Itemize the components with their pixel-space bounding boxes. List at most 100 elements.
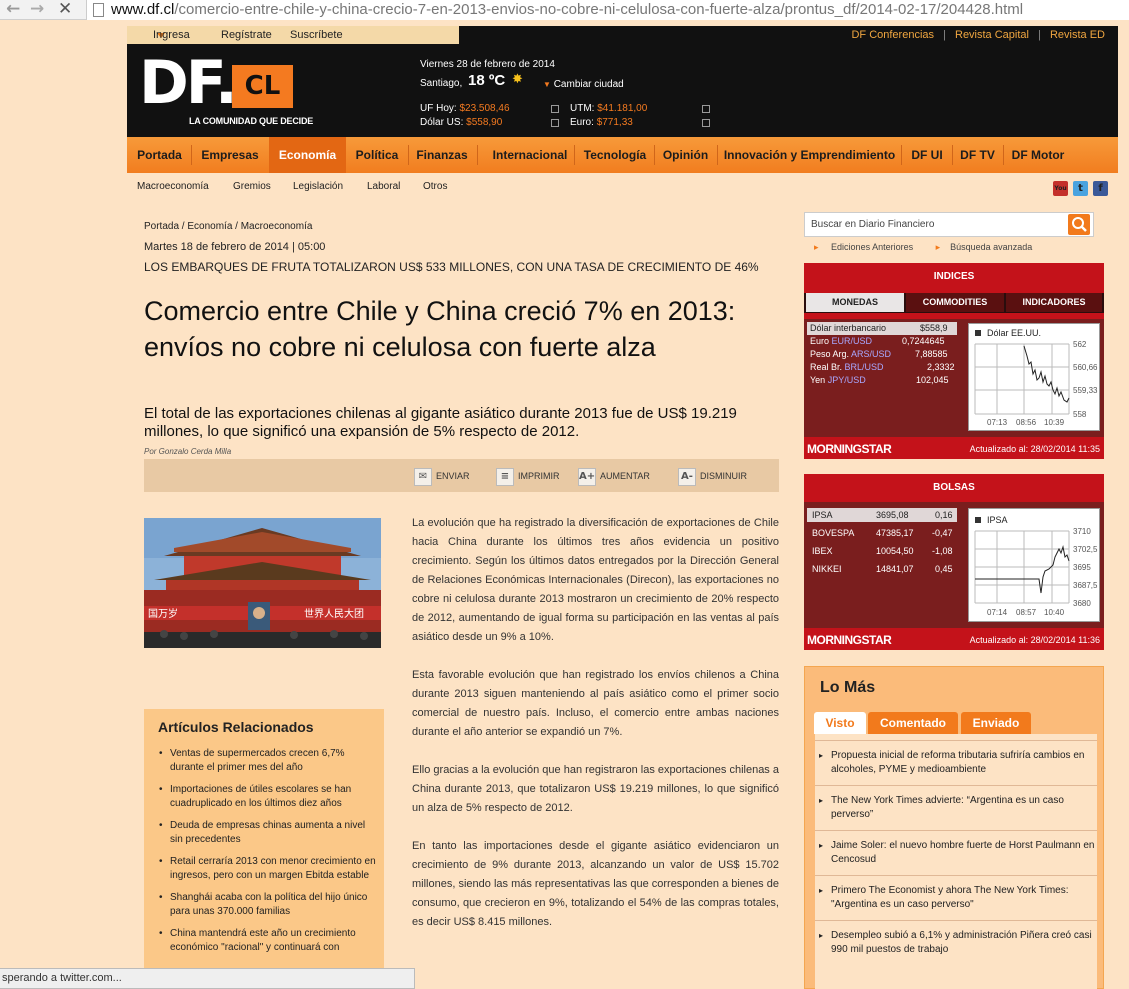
index-name[interactable]: NIKKEI [812, 564, 842, 574]
logo-cl[interactable]: CL [232, 65, 293, 108]
youtube-icon[interactable]: You [1053, 181, 1068, 196]
index-name[interactable]: IBEX [812, 546, 833, 556]
ediciones-anteriores-link[interactable]: ▸ Ediciones Anteriores [814, 242, 923, 252]
dolar-chart[interactable]: Dólar EE.UU. 562 560,66 559,33 558 07:13… [968, 323, 1100, 431]
dolar-series-line [1023, 345, 1070, 403]
revista-ed-link[interactable]: Revista ED [1050, 29, 1105, 41]
utm-expand-icon[interactable] [702, 105, 710, 113]
logo-df[interactable]: DF. [139, 52, 238, 114]
search-box[interactable]: Buscar en Diario Financiero [804, 212, 1094, 237]
currency-pair: BRL/USD [844, 362, 884, 372]
disminuir-label: DISMINUIR [700, 471, 747, 481]
twitter-icon[interactable]: t [1073, 181, 1088, 196]
back-arrow-icon[interactable]: ← [6, 0, 20, 18]
enviar-button[interactable]: ✉ ENVIAR [414, 467, 470, 486]
arrow-right-icon: ▸ [935, 242, 941, 252]
breadcrumb: Portada / Economía / Macroeconomía [144, 221, 313, 232]
nav-innovacion[interactable]: Innovación y Emprendimiento [722, 137, 897, 173]
currency-row[interactable]: Peso Arg. ARS/USD [810, 349, 891, 359]
subnav-macroeconomia[interactable]: Macroeconomía [137, 181, 209, 192]
currency-name: Dólar interbancario [810, 323, 887, 333]
df-conferencias-link[interactable]: DF Conferencias [851, 29, 934, 41]
subnav-legislacion[interactable]: Legislación [293, 181, 343, 192]
morningstar-logo[interactable]: MORNINGSTAR [807, 442, 892, 456]
stop-icon[interactable]: ✕ [58, 0, 72, 18]
nav-internacional[interactable]: Internacional [481, 137, 579, 173]
nav-finanzas[interactable]: Finanzas [412, 137, 472, 173]
currency-row[interactable]: Yen JPY/USD [810, 375, 866, 385]
index-change: 0,45 [935, 564, 953, 574]
dolar-chart-svg: Dólar EE.UU. 562 560,66 559,33 558 07:13… [974, 328, 1098, 427]
index-name[interactable]: IPSA [812, 510, 833, 520]
list-item[interactable]: Primero The Economist y ahora The New Yo… [815, 875, 1097, 912]
list-item[interactable]: The New York Times advierte: “Argentina … [815, 785, 1097, 822]
currency-name: Real Br. [810, 362, 845, 372]
subnav-gremios[interactable]: Gremios [233, 181, 271, 192]
search-button[interactable] [1068, 214, 1090, 235]
search-links: ▸ Ediciones Anteriores ▸ Búsqueda avanzad… [814, 242, 1052, 253]
indices-body: Dólar interbancario $558,9 Euro EUR/USD … [804, 319, 1104, 437]
search-input[interactable]: Buscar en Diario Financiero [811, 219, 934, 230]
related-item[interactable]: Shanghái acaba con la política del hijo … [158, 891, 378, 919]
tab-comentado[interactable]: Comentado [868, 712, 958, 734]
ipsa-chart[interactable]: IPSA 3710 3702,5 3695 3687,5 3680 07:14 … [968, 508, 1100, 622]
dolar-expand-icon[interactable] [551, 119, 559, 127]
article-paragraph: Ello gracias a la evolución que han regi… [412, 764, 779, 814]
nav-economia[interactable]: Economía [269, 137, 346, 173]
address-bar[interactable]: www.df.cl/comercio-entre-chile-y-china-c… [86, 0, 1129, 20]
nav-opinion[interactable]: Opinión [658, 137, 713, 173]
related-item[interactable]: China mantendrá este año un crecimiento … [158, 927, 378, 955]
nav-df-motor[interactable]: DF Motor [1007, 137, 1069, 173]
subnav-laboral[interactable]: Laboral [367, 181, 400, 192]
uf-expand-icon[interactable] [551, 105, 559, 113]
currency-row[interactable]: Euro EUR/USD [810, 336, 872, 346]
nav-df-tv[interactable]: DF TV [956, 137, 999, 173]
nav-politica[interactable]: Política [349, 137, 405, 173]
related-item[interactable]: Ventas de supermercados crecen 6,7% dura… [158, 747, 378, 775]
subnav-otros[interactable]: Otros [423, 181, 447, 192]
imprimir-button[interactable]: ≡ IMPRIMIR [496, 467, 560, 486]
related-title: Artículos Relacionados [158, 719, 314, 735]
euro-expand-icon[interactable] [702, 119, 710, 127]
tab-commodities[interactable]: COMMODITIES [906, 293, 1004, 312]
facebook-icon[interactable]: f [1093, 181, 1108, 196]
list-item[interactable]: Jaime Soler: el nuevo hombre fuerte de H… [815, 830, 1097, 867]
article-photo[interactable]: 国万岁 世界人民大团 [144, 518, 381, 648]
change-city-link[interactable]: ▼ Cambiar ciudad [543, 79, 624, 90]
list-item[interactable]: Propuesta inicial de reforma tributaria … [815, 740, 1097, 777]
revista-capital-link[interactable]: Revista Capital [955, 29, 1029, 41]
tab-monedas[interactable]: MONEDAS [806, 293, 904, 312]
index-name[interactable]: BOVESPA [812, 528, 854, 538]
euro-value: $771,33 [596, 117, 633, 128]
aumentar-button[interactable]: A+ AUMENTAR [578, 467, 650, 486]
related-item[interactable]: Deuda de empresas chinas aumenta a nivel… [158, 819, 378, 847]
related-item[interactable]: Retail cerraría 2013 con menor crecimien… [158, 855, 378, 883]
busqueda-avanzada-link[interactable]: ▸ Búsqueda avanzada [936, 242, 1043, 252]
tab-visto[interactable]: Visto [814, 712, 866, 734]
registrate-link[interactable]: Regístrate [221, 26, 272, 44]
nav-empresas[interactable]: Empresas [195, 137, 265, 173]
index-value: 47385,17 [876, 528, 914, 538]
forward-arrow-icon[interactable]: → [30, 0, 44, 18]
euro-label: Euro: [570, 117, 594, 128]
ingresa-link[interactable]: Ingresa [153, 26, 190, 44]
disminuir-button[interactable]: A- DISMINUIR [678, 467, 747, 486]
morningstar-logo[interactable]: MORNINGSTAR [807, 633, 892, 647]
y-tick-label: 3687,5 [1073, 581, 1098, 590]
nav-tecnologia[interactable]: Tecnología [578, 137, 652, 173]
suscribete-link[interactable]: Suscríbete [290, 26, 343, 44]
dolar-value: $558,90 [466, 117, 503, 128]
tab-enviado[interactable]: Enviado [961, 712, 1031, 734]
nav-portada[interactable]: Portada [131, 137, 188, 173]
top-bar: Ingresa Regístrate Suscríbete DF Confere… [127, 26, 1118, 44]
logo-tagline: LA COMUNIDAD QUE DECIDE [189, 116, 314, 126]
currency-row[interactable]: Real Br. BRL/USD [810, 362, 884, 372]
related-item[interactable]: Importaciones de útiles escolares se han… [158, 783, 378, 811]
currency-pair: ARS/USD [851, 349, 892, 359]
chart-title: Dólar EE.UU. [987, 328, 1041, 338]
tab-indicadores[interactable]: INDICADORES [1006, 293, 1102, 312]
nav-df-ui[interactable]: DF UI [906, 137, 948, 173]
list-item[interactable]: Desempleo subió a 6,1% y administración … [815, 920, 1097, 957]
index-value: 3695,08 [876, 510, 909, 520]
utm-label: UTM: [570, 103, 595, 114]
